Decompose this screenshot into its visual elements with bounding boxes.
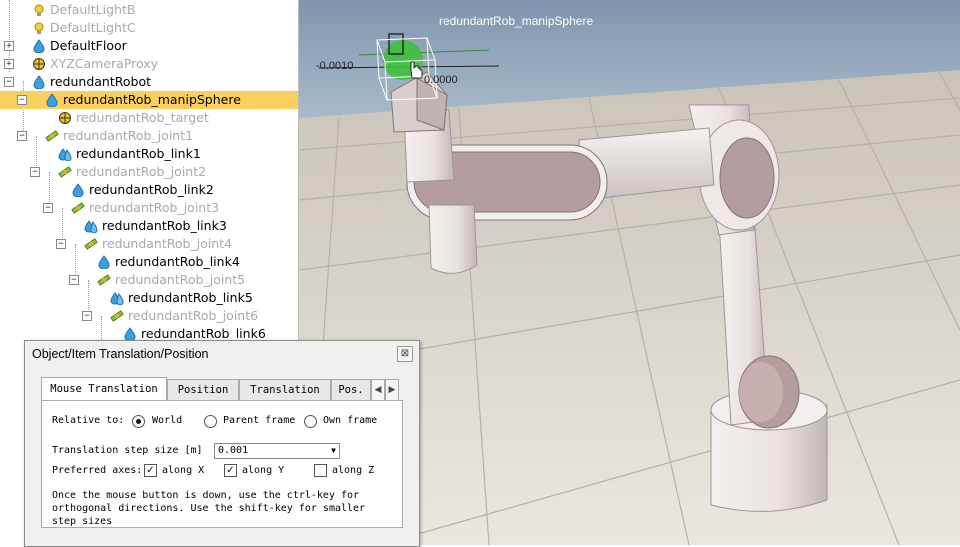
tab-mouse-translation[interactable]: Mouse Translation — [41, 377, 167, 402]
collapse-icon[interactable]: − — [17, 131, 27, 141]
joint-icon — [45, 129, 59, 143]
tree-item[interactable]: redundantRob_link1 — [0, 145, 298, 163]
collapse-icon[interactable]: − — [82, 311, 92, 321]
joint-icon — [84, 237, 98, 251]
tree-item-label: redundantRobot — [50, 74, 152, 89]
tree-item[interactable]: − redundantRob_joint6 — [0, 307, 298, 325]
hint-text-line: orthogonal directions. Use the shift-key… — [52, 503, 366, 514]
tree-item-label: redundantRob_link3 — [102, 218, 227, 233]
tree-item-label: XYZCameraProxy — [50, 56, 159, 71]
step-size-value: 0.001 — [218, 445, 249, 456]
object-label: redundantRob_manipSphere — [439, 14, 594, 28]
axis-value-right: 0.0000 — [424, 74, 458, 86]
tree-item[interactable]: DefaultLightC — [0, 19, 298, 37]
mouse-translation-pane: Relative to: World Parent frame Own fram… — [41, 400, 403, 528]
tree-item[interactable]: − redundantRob_joint1 — [0, 127, 298, 145]
shape-icon — [32, 39, 46, 54]
checkbox-along-x[interactable]: ✓ — [144, 464, 157, 477]
radio-own-frame[interactable] — [304, 415, 317, 428]
chevron-down-icon: ▼ — [331, 446, 336, 455]
tree-item[interactable]: redundantRob_link3 — [0, 217, 298, 235]
step-size-select[interactable]: 0.001 ▼ — [214, 443, 340, 459]
multishape-icon — [84, 219, 98, 234]
light-icon — [32, 3, 46, 17]
tree-item[interactable]: redundantRob_link2 — [0, 181, 298, 199]
tree-item-label: redundantRob_manipSphere — [63, 92, 241, 107]
checkbox-along-z[interactable] — [314, 464, 327, 477]
tree-item[interactable]: − redundantRob_joint3 — [0, 199, 298, 217]
joint-icon — [110, 309, 124, 323]
preferred-axes-label: Preferred axes: — [52, 465, 143, 476]
radio-parent-frame-label: Parent frame — [223, 415, 296, 426]
expand-icon[interactable]: + — [4, 59, 14, 69]
tree-item-label: redundantRob_joint6 — [128, 308, 259, 323]
radio-parent-frame[interactable] — [204, 415, 217, 428]
translation-position-dialog: Object/Item Translation/Position ⊠ Mouse… — [24, 340, 420, 547]
dummy-icon — [58, 111, 72, 125]
tree-item-label: redundantRob_link4 — [115, 254, 240, 269]
joint-icon — [71, 201, 85, 215]
collapse-icon[interactable]: − — [4, 77, 14, 87]
tree-item[interactable]: − redundantRob_joint4 — [0, 235, 298, 253]
hint-text-line: step sizes — [52, 516, 113, 527]
checkbox-along-x-label: along X — [162, 465, 205, 476]
tree-item[interactable]: redundantRob_link4 — [0, 253, 298, 271]
tree-item-label: redundantRob_joint4 — [102, 236, 233, 251]
tree-item-label: redundantRob_joint1 — [63, 128, 194, 143]
joint-icon — [58, 165, 72, 179]
dialog-title: Object/Item Translation/Position — [32, 347, 209, 361]
checkbox-along-z-label: along Z — [332, 465, 375, 476]
close-icon[interactable]: ⊠ — [397, 346, 413, 362]
tab-scroll-left-icon[interactable]: ◀ — [371, 379, 385, 401]
tree-item[interactable]: − redundantRobot — [0, 73, 298, 91]
shape-icon — [32, 75, 46, 90]
multishape-icon — [58, 147, 72, 162]
tree-item-label: DefaultFloor — [50, 38, 127, 53]
joint-icon — [97, 273, 111, 287]
tree-item[interactable]: − redundantRob_manipSphere — [0, 91, 298, 109]
tree-item-label: redundantRob_link2 — [89, 182, 214, 197]
checkbox-along-y[interactable]: ✓ — [224, 464, 237, 477]
tab-orientation[interactable]: Pos. — [331, 379, 371, 401]
tree-item-label: redundantRob_joint5 — [115, 272, 246, 287]
collapse-icon[interactable]: − — [56, 239, 66, 249]
expand-icon[interactable]: + — [4, 41, 14, 51]
tree-item[interactable]: redundantRob_link5 — [0, 289, 298, 307]
tree-item-label: redundantRob_joint3 — [89, 200, 220, 215]
tree-item-label: redundantRob_link1 — [76, 146, 201, 161]
radio-own-frame-label: Own frame — [323, 415, 378, 426]
step-size-label: Translation step size [m] — [52, 445, 203, 456]
collapse-icon[interactable]: − — [43, 203, 53, 213]
tab-translation[interactable]: Translation — [239, 379, 331, 401]
axis-value-left: -0.0010 — [316, 60, 354, 72]
relative-to-label: Relative to: — [52, 415, 125, 426]
tree-item-label: redundantRob_joint2 — [76, 164, 207, 179]
tree-item-label: DefaultLightB — [50, 2, 136, 17]
shape-icon — [123, 327, 137, 342]
tree-item[interactable]: + DefaultFloor — [0, 37, 298, 55]
tree-item[interactable]: redundantRob_target — [0, 109, 298, 127]
tree-item-label: redundantRob_target — [76, 110, 209, 125]
radio-world-label: World — [152, 415, 183, 426]
tab-scroll-right-icon[interactable]: ▶ — [385, 379, 399, 401]
shape-icon — [97, 255, 111, 270]
dummy-icon — [32, 57, 46, 71]
collapse-icon[interactable]: − — [69, 275, 79, 285]
collapse-icon[interactable]: − — [30, 167, 40, 177]
shape-icon — [71, 183, 85, 198]
multishape-icon — [110, 291, 124, 306]
tree-item[interactable]: − redundantRob_joint5 — [0, 271, 298, 289]
light-icon — [32, 21, 46, 35]
tab-position[interactable]: Position — [167, 379, 239, 401]
radio-world[interactable] — [132, 415, 145, 428]
collapse-icon[interactable]: − — [17, 95, 27, 105]
hint-text-line: Once the mouse button is down, use the c… — [52, 490, 360, 501]
tree-item-label: redundantRob_link5 — [128, 290, 253, 305]
tree-item-label: DefaultLightC — [50, 20, 136, 35]
shape-icon — [45, 93, 59, 108]
tree-item[interactable]: + XYZCameraProxy — [0, 55, 298, 73]
checkbox-along-y-label: along Y — [242, 465, 285, 476]
tree-item[interactable]: DefaultLightB — [0, 1, 298, 19]
tree-item[interactable]: − redundantRob_joint2 — [0, 163, 298, 181]
